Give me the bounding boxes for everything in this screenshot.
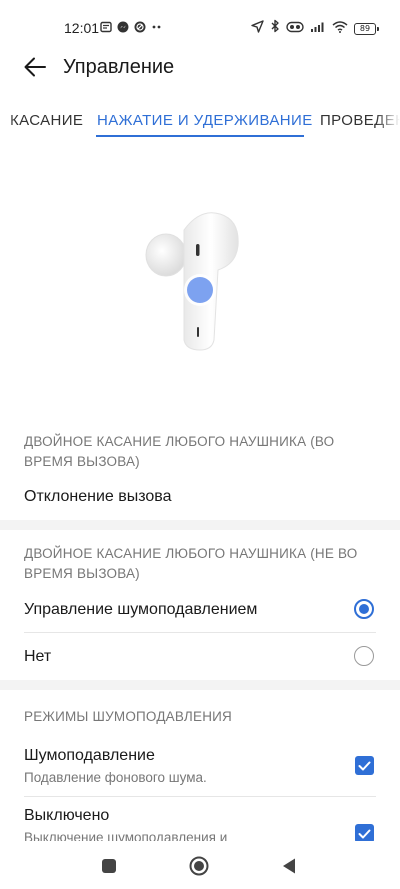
back-nav-button[interactable] xyxy=(278,855,300,877)
app-bar: Управление xyxy=(0,48,400,86)
signal-icon xyxy=(310,20,326,38)
earbuds-icon xyxy=(286,20,304,38)
section-header-nc-modes: РЕЖИМЫ ШУМОПОДАВЛЕНИЯ xyxy=(24,709,232,724)
option-noise-control[interactable]: Управление шумоподавлением xyxy=(24,601,257,619)
checkmark-icon xyxy=(358,829,371,838)
bluetooth-icon xyxy=(270,19,280,38)
system-nav-bar xyxy=(0,841,400,889)
nc-mode-description: Подавление фонового шума. xyxy=(24,770,207,785)
list-divider xyxy=(24,632,376,633)
message-icon xyxy=(100,20,112,38)
radio-noise-control[interactable] xyxy=(354,599,374,619)
tab-fade-right xyxy=(376,104,400,140)
page-title: Управление xyxy=(63,56,175,78)
messenger-icon xyxy=(117,20,129,38)
off-mode-label[interactable]: Выключено xyxy=(24,807,109,825)
tab-touch[interactable]: КАСАНИЕ xyxy=(10,112,83,129)
earbud-illustration xyxy=(136,200,246,360)
reject-call-item[interactable]: Отклонение вызова xyxy=(24,488,172,506)
checkbox-noise-cancelling[interactable] xyxy=(355,756,374,775)
status-left-icons xyxy=(100,20,163,38)
back-triangle-icon xyxy=(283,858,295,874)
nc-mode-label[interactable]: Шумоподавление xyxy=(24,747,155,765)
status-bar: 12:01 89 xyxy=(0,0,400,50)
section-divider xyxy=(0,680,400,690)
radio-none[interactable] xyxy=(354,646,374,666)
list-divider xyxy=(24,796,376,797)
section-header-not-during-call: ДВОЙНОЕ КАСАНИЕ ЛЮБОГО НАУШНИКА (НЕ ВО В… xyxy=(24,546,358,581)
recents-button[interactable] xyxy=(98,855,120,877)
section-divider xyxy=(0,520,400,530)
battery-icon: 89 xyxy=(354,22,379,35)
home-circle-icon xyxy=(189,856,209,876)
location-arrow-icon xyxy=(251,19,264,38)
back-arrow-icon xyxy=(24,57,46,77)
section-header-during-call: ДВОЙНОЕ КАСАНИЕ ЛЮБОГО НАУШНИКА (ВО ВРЕМ… xyxy=(24,434,335,469)
status-right-icons: 89 xyxy=(251,19,379,38)
option-none[interactable]: Нет xyxy=(24,648,51,666)
blocked-icon xyxy=(134,20,146,38)
status-time: 12:01 xyxy=(64,20,100,36)
active-tab-indicator xyxy=(96,135,304,137)
home-button[interactable] xyxy=(188,855,210,877)
more-dots-icon xyxy=(151,20,163,38)
back-button[interactable] xyxy=(20,52,50,82)
wifi-icon xyxy=(332,20,348,38)
checkmark-icon xyxy=(358,761,371,770)
recents-square-icon xyxy=(102,859,116,873)
tab-bar: КАСАНИЕ НАЖАТИЕ И УДЕРЖИВАНИЕ ПРОВЕДЕНИЕ xyxy=(0,104,400,140)
tab-press-and-hold[interactable]: НАЖАТИЕ И УДЕРЖИВАНИЕ xyxy=(97,112,313,129)
tab-fade-left xyxy=(0,104,14,140)
